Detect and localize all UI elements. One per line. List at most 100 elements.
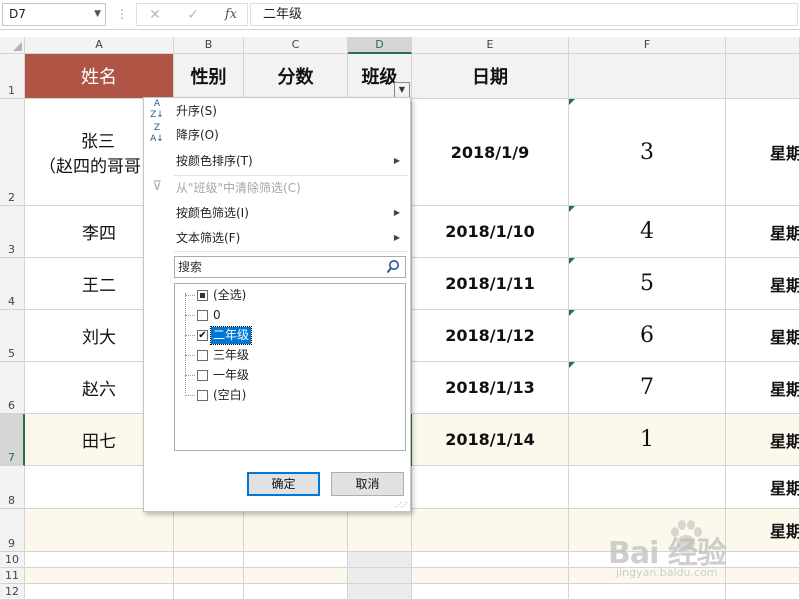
ok-button[interactable]: 确定 [247, 472, 320, 496]
checkbox-partial[interactable] [197, 290, 208, 301]
checkbox-checked[interactable]: ✔ [197, 330, 208, 341]
list-item[interactable]: ✔ 二年级 [175, 326, 405, 345]
row-header-2[interactable]: 2 [0, 99, 25, 206]
menu-item-sort-ascending[interactable]: A Z↓ 升序(S) [144, 99, 410, 123]
cell-empty[interactable] [412, 584, 569, 600]
row-header-12[interactable]: 12 [0, 584, 25, 600]
column-header-d[interactable]: D [348, 37, 412, 54]
list-item[interactable]: 一年级 [175, 366, 405, 385]
cell-header-score[interactable]: 分数 [244, 54, 348, 99]
cell-empty[interactable] [348, 568, 412, 584]
row-header-10[interactable]: 10 [0, 552, 25, 568]
list-item[interactable]: 三年级 [175, 346, 405, 365]
row-header-11[interactable]: 11 [0, 568, 25, 584]
cell-empty[interactable] [412, 568, 569, 584]
cell-empty[interactable] [25, 568, 174, 584]
row-header-1[interactable]: 1 [0, 54, 25, 99]
cell-weekday[interactable]: 星期 [726, 466, 800, 509]
cell-empty[interactable] [412, 509, 569, 552]
cell-header-name[interactable]: 姓名 [25, 54, 174, 99]
menu-item-text-filters[interactable]: 文本筛选(F) ▶ [144, 226, 410, 250]
cell-header-f[interactable] [569, 54, 726, 99]
row-header-6[interactable]: 6 [0, 362, 25, 414]
formula-input[interactable]: 二年级 [250, 3, 798, 26]
cell-empty[interactable] [174, 584, 244, 600]
checkbox-unchecked[interactable] [197, 350, 208, 361]
row-header-4[interactable]: 4 [0, 258, 25, 310]
cell-weekday[interactable]: 星期 [726, 509, 800, 552]
cell-empty[interactable] [174, 568, 244, 584]
list-item[interactable]: 0 [175, 306, 405, 325]
cancel-icon[interactable]: ✕ [141, 5, 169, 25]
cell-number[interactable]: 3 [569, 99, 726, 206]
enter-icon[interactable]: ✓ [179, 5, 207, 25]
cell-empty[interactable] [244, 584, 348, 600]
column-header-e[interactable]: E [412, 37, 569, 54]
cell-empty[interactable] [726, 568, 800, 584]
cell-number[interactable]: 6 [569, 310, 726, 362]
resize-grip-icon[interactable]: ⋰⋰ [395, 501, 408, 509]
row-header-5[interactable]: 5 [0, 310, 25, 362]
cell-header-g[interactable] [726, 54, 800, 99]
cell-empty[interactable] [348, 509, 412, 552]
row-header-7[interactable]: 7 [0, 414, 25, 466]
list-item[interactable]: (空白) [175, 386, 405, 405]
cell-empty[interactable] [348, 552, 412, 568]
cell-empty[interactable] [244, 552, 348, 568]
cell-weekday[interactable]: 星期 [726, 99, 800, 206]
cell-date[interactable]: 2018/1/11 [412, 258, 569, 310]
cell-empty[interactable] [412, 466, 569, 509]
column-header-f[interactable]: F [569, 37, 726, 54]
cell-header-gender[interactable]: 性别 [174, 54, 244, 99]
checkbox-unchecked[interactable] [197, 390, 208, 401]
cell-empty[interactable] [569, 466, 726, 509]
name-box[interactable]: D7 ▼ [2, 3, 106, 26]
cell-date[interactable]: 2018/1/10 [412, 206, 569, 258]
chevron-down-icon[interactable]: ▼ [94, 4, 101, 25]
column-header-a[interactable]: A [25, 37, 174, 54]
cell-weekday[interactable]: 星期 [726, 362, 800, 414]
cell-empty[interactable] [244, 568, 348, 584]
drag-handle-icon[interactable]: ⋮ [116, 7, 128, 21]
search-icon[interactable] [386, 259, 400, 275]
cell-empty[interactable] [348, 584, 412, 600]
menu-item-sort-descending[interactable]: Z A↓ 降序(O) [144, 123, 410, 147]
cell-number[interactable]: 4 [569, 206, 726, 258]
cell-number[interactable]: 7 [569, 362, 726, 414]
column-header-g[interactable]: G [726, 37, 800, 54]
insert-function-icon[interactable]: fx [217, 5, 245, 25]
cell-empty[interactable] [726, 552, 800, 568]
cell-number[interactable]: 5 [569, 258, 726, 310]
cell-weekday[interactable]: 星期 [726, 206, 800, 258]
cell-empty[interactable] [174, 552, 244, 568]
cell-empty[interactable] [569, 584, 726, 600]
column-header-c[interactable]: C [244, 37, 348, 54]
row-header-8[interactable]: 8 [0, 466, 25, 509]
cancel-button[interactable]: 取消 [331, 472, 404, 496]
cell-empty[interactable] [726, 584, 800, 600]
filter-search-box[interactable] [174, 256, 406, 278]
cell-empty[interactable] [25, 509, 174, 552]
filter-dropdown-button[interactable]: ▼ [394, 82, 410, 98]
cell-date[interactable]: 2018/1/14 [412, 414, 569, 466]
cell-number[interactable]: 1 [569, 414, 726, 466]
cell-empty[interactable] [25, 552, 174, 568]
filter-search-input[interactable] [175, 257, 375, 277]
checkbox-unchecked[interactable] [197, 370, 208, 381]
cell-weekday[interactable]: 星期 [726, 310, 800, 362]
menu-item-filter-by-color[interactable]: 按颜色筛选(I) ▶ [144, 201, 410, 225]
cell-weekday[interactable]: 星期 [726, 414, 800, 466]
list-item-select-all[interactable]: (全选) [175, 286, 405, 305]
row-header-9[interactable]: 9 [0, 509, 25, 552]
cell-date[interactable]: 2018/1/9 [412, 99, 569, 206]
column-header-b[interactable]: B [174, 37, 244, 54]
cell-empty[interactable] [412, 552, 569, 568]
checkbox-unchecked[interactable] [197, 310, 208, 321]
cell-date[interactable]: 2018/1/13 [412, 362, 569, 414]
cell-empty[interactable] [25, 584, 174, 600]
row-header-3[interactable]: 3 [0, 206, 25, 258]
cell-empty[interactable] [174, 509, 244, 552]
menu-item-sort-by-color[interactable]: 按颜色排序(T) ▶ [144, 149, 410, 173]
cell-weekday[interactable]: 星期 [726, 258, 800, 310]
cell-date[interactable]: 2018/1/12 [412, 310, 569, 362]
